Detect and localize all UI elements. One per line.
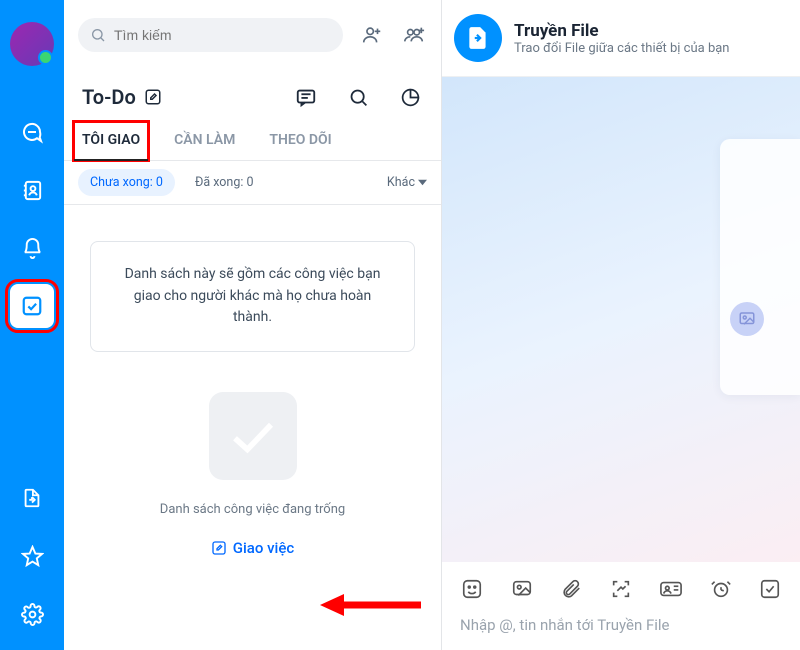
screenshot-button[interactable]	[609, 576, 633, 602]
info-card: Danh sách này sẽ gồm các công việc bạn g…	[90, 241, 415, 352]
file-arrow-icon	[465, 25, 491, 51]
search-input[interactable]	[114, 27, 331, 43]
contacts-icon	[21, 179, 44, 202]
filter-done[interactable]: Đã xong: 0	[185, 169, 264, 196]
compose-input[interactable]: Nhập @, tin nhắn tới Truyền File	[442, 608, 800, 650]
capture-icon	[610, 578, 632, 600]
empty-subtitle: Danh sách công việc đang trống	[90, 502, 415, 517]
todo-tabs: TÔI GIAO CẦN LÀM THEO DÕI	[64, 122, 441, 160]
todo-title-text: To-Do	[82, 85, 136, 109]
nav-settings[interactable]	[10, 592, 54, 636]
assign-task-button[interactable]: Giao việc	[211, 539, 295, 557]
message-icon	[295, 86, 317, 108]
search-icon	[348, 87, 369, 108]
filter-more-label: Khác	[387, 175, 415, 190]
reminder-button[interactable]	[709, 576, 733, 602]
messages-button[interactable]	[293, 84, 319, 110]
bell-icon	[21, 237, 44, 260]
chat-content	[442, 77, 800, 562]
nav-contacts[interactable]	[10, 168, 54, 212]
check-icon	[226, 409, 280, 463]
todo-title: To-Do	[82, 85, 162, 109]
alarm-icon	[710, 578, 732, 600]
avatar[interactable]	[10, 22, 54, 66]
assign-task-label: Giao việc	[233, 539, 295, 557]
image-placeholder-icon	[730, 302, 764, 336]
search-todo-button[interactable]	[345, 84, 371, 110]
right-column: Truyền File Trao đổi File giữa các thiết…	[442, 0, 800, 650]
chat-bubble-icon	[20, 120, 44, 144]
sticker-icon	[461, 578, 483, 600]
nav-notifications[interactable]	[10, 226, 54, 270]
filter-more[interactable]: Khác	[387, 175, 427, 190]
stats-button[interactable]	[397, 84, 423, 110]
nav-starred[interactable]	[10, 534, 54, 578]
search-input-wrap[interactable]	[78, 18, 343, 52]
task-button[interactable]	[758, 576, 782, 602]
image-button[interactable]	[510, 576, 534, 602]
task-icon	[759, 578, 781, 600]
contact-card-button[interactable]	[659, 576, 683, 602]
search-row	[64, 0, 441, 62]
empty-state: Danh sách này sẽ gồm các công việc bạn g…	[64, 205, 441, 570]
todo-header-actions	[293, 84, 423, 110]
nav-rail	[0, 0, 64, 650]
tab-need-to-do[interactable]: CẦN LÀM	[174, 122, 235, 160]
nav-chat[interactable]	[10, 110, 54, 154]
partial-panel	[720, 139, 800, 395]
star-icon	[21, 545, 44, 568]
caret-down-icon	[418, 178, 427, 187]
filter-pending[interactable]: Chưa xong: 0	[78, 169, 175, 196]
edit-square-icon	[211, 540, 227, 556]
right-header: Truyền File Trao đổi File giữa các thiết…	[442, 0, 800, 77]
create-group-button[interactable]	[401, 22, 427, 48]
sticker-button[interactable]	[460, 576, 484, 602]
attach-button[interactable]	[559, 576, 583, 602]
card-icon	[659, 578, 683, 600]
tab-following[interactable]: THEO DÕI	[269, 122, 331, 160]
empty-illustration	[209, 392, 297, 480]
user-plus-icon	[361, 24, 383, 46]
nav-files[interactable]	[10, 476, 54, 520]
edit-icon	[144, 88, 162, 106]
todo-header: To-Do	[64, 62, 441, 122]
gear-icon	[21, 603, 44, 626]
check-square-icon	[21, 295, 43, 317]
file-transfer-app-icon	[454, 14, 502, 62]
tab-assigned-by-me[interactable]: TÔI GIAO	[74, 122, 148, 160]
group-plus-icon	[402, 24, 426, 46]
image-icon	[511, 578, 533, 600]
chat-subtitle: Trao đổi File giữa các thiết bị của bạn	[514, 41, 730, 56]
search-icon	[90, 27, 106, 43]
chat-title: Truyền File	[514, 21, 730, 41]
compose-toolbar	[442, 562, 800, 608]
nav-todo[interactable]	[10, 284, 54, 328]
filter-row: Chưa xong: 0 Đã xong: 0 Khác	[64, 161, 441, 204]
add-friend-button[interactable]	[359, 22, 385, 48]
paperclip-icon	[560, 578, 582, 600]
file-arrow-icon	[21, 487, 43, 509]
pie-chart-icon	[400, 87, 421, 108]
middle-column: To-Do TÔI GIAO CẦN LÀM THEO DÕI Chưa xon…	[64, 0, 442, 650]
